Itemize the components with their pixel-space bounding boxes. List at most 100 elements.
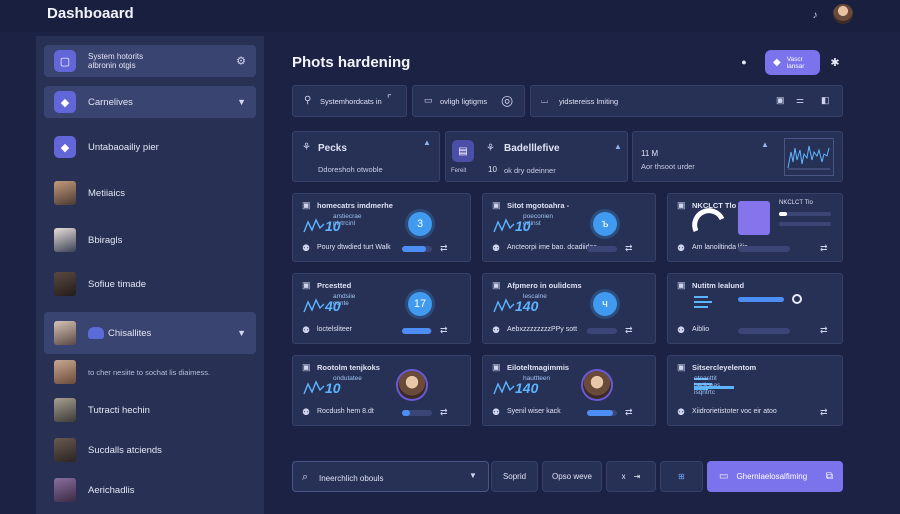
exit-icon: ⇥ [633, 472, 641, 481]
metric-card[interactable]: ▣ Sitot mgotoahra - poeconien ortinst 10 ъ ⚉ A… [482, 193, 656, 262]
sidebar-item-system[interactable]: ▢ System hotorits albronin otgis ⚙ [44, 45, 256, 77]
card-icon: ▣ [302, 280, 311, 290]
metric-card[interactable]: ▣ Rootolm tenjkoks ondutatee 10 ⚉ Rocdush hem… [292, 355, 471, 426]
stat-card-badelllefive[interactable]: ▤ Fereit ⚘ Badelllefive ▲ 10 ok dry odei… [445, 131, 628, 182]
sidebar-item-label: Chisallites [108, 327, 152, 339]
notification-icon[interactable]: ♪ [806, 6, 824, 24]
metric-card[interactable]: ▣ Eiloteltmagimmis hauttteen 140 ⚉ Syenil wis… [482, 355, 656, 426]
stat-card-side-label: Fereit [451, 168, 467, 174]
card-more-icon[interactable]: ⇄ [440, 407, 448, 418]
toolbar-field-3[interactable]: ⌴ yidstereiss lmiting ▣ ⚌ ◧ [530, 85, 843, 117]
wave-icon [493, 298, 515, 313]
sidebar-item-label: Tutracti hechin [88, 404, 150, 416]
card-more-icon[interactable]: ⇄ [440, 325, 448, 336]
top-bar: Dashboaard ♪ [0, 0, 900, 32]
cta-button[interactable]: ▭ Ghernlaelosalfiming ⧉ [707, 461, 843, 492]
sidebar-item-untabaoailiy[interactable]: ◆ Untabaoailiy pier [44, 133, 256, 161]
card-footer-icon: ⚉ [677, 325, 686, 335]
sidebar-item-label: Sucdalls atciends [88, 444, 162, 456]
toolbar-field-2[interactable]: ▭ ovligh ligtigms ◎ [412, 85, 525, 117]
card-title: Sitsercleyelentom [692, 363, 757, 372]
card-more-icon[interactable]: ⇄ [820, 243, 828, 254]
card-footer-icon: ⚉ [302, 325, 311, 335]
bottom-button-2[interactable]: Opso weve [542, 461, 602, 492]
diamond-icon: ◆ [773, 57, 781, 68]
primary-button-label: Vascr lansar [786, 55, 805, 70]
card-more-icon[interactable]: ⇄ [625, 325, 633, 336]
info-icon[interactable]: ● [738, 56, 750, 68]
metric-card[interactable]: ▣ homecatrs imdmerhe arstiecrae plvtrcinl 1… [292, 193, 471, 262]
settings-icon[interactable]: ✱ [829, 56, 841, 69]
settings-icon[interactable]: ⚙ [236, 55, 246, 68]
filter-icon: ⚲ [304, 95, 312, 106]
card-more-icon[interactable]: ⇄ [820, 407, 828, 418]
card-footer-text: Ancteorpi ime bao. dcadiides [507, 244, 597, 251]
card-more-icon[interactable]: ⇄ [440, 243, 448, 254]
sliders-icon[interactable]: ⚌ [796, 95, 804, 106]
user-avatar[interactable] [833, 4, 853, 24]
card-footer-text: Poury dtwdied turt Walk [317, 244, 391, 251]
sidebar-item-sub[interactable]: to cher nesiite to sochat lis diaimess. [44, 358, 256, 386]
stat-card-value[interactable]: 11 M Aor thsoot urder ▲ [632, 131, 843, 182]
card-avatar [583, 371, 611, 399]
sidebar-item-chisallites[interactable]: Chisallites ▼ [44, 312, 256, 354]
avatar [54, 181, 76, 205]
card-progress [738, 246, 790, 252]
bottom-button-3[interactable]: x ⇥ [606, 461, 656, 492]
card-number: 140 [515, 380, 539, 396]
metric-card[interactable]: ▣Sitsercleyelentomotnasttit bedioeas isq… [667, 355, 843, 426]
sidebar-item-tutracti[interactable]: Tutracti hechin [44, 396, 256, 424]
card-number: 10 [325, 380, 341, 396]
sidebar-item-label: System hotorits albronin otgis [88, 52, 144, 70]
grid-view-button[interactable]: ⊞ [660, 461, 703, 492]
metric-card[interactable]: ▣ Afpmero in oulidcms lescalne 140 ч ⚉ Aebxzzz… [482, 273, 656, 344]
sidebar-item-label: to cher nesiite to sochat lis diaimess. [88, 367, 211, 377]
toggle-icon[interactable] [792, 294, 802, 304]
card-footer-icon: ⚉ [677, 243, 686, 253]
sidebar-item-sofiue[interactable]: Sofiue timade [44, 270, 256, 298]
square-icon: ▢ [54, 50, 76, 72]
toolbar-field-3-label: yidstereiss lmiting [559, 97, 619, 106]
primary-action-button[interactable]: ◆ Vascr lansar [765, 50, 820, 75]
card-footer-text: Aiblio [692, 326, 710, 333]
card-more-icon[interactable]: ⇄ [625, 243, 633, 254]
bottom-button-1[interactable]: Soprid [491, 461, 538, 492]
wave-icon [493, 218, 515, 233]
wave-icon [493, 380, 515, 395]
grid-icon: ⊞ [678, 472, 685, 481]
card-number: 140 [515, 298, 539, 314]
sidebar-item-carnelives[interactable]: ◆ Carnelives ▼ [44, 86, 256, 118]
card-badge: 3 [408, 212, 432, 236]
sidebar-item-label: Sofiue timade [88, 278, 147, 290]
stat-card-pecks[interactable]: ⚘ Pecks ▲ Ddoreshoh otwoble [292, 131, 440, 182]
toolbar-field-1[interactable]: ⚲ Systemhordcats in ⌜ [292, 85, 407, 117]
metric-card[interactable]: ▣ Nutitm lealund ⚉ Aiblio ⇄ [667, 273, 843, 344]
bottom-button-3-label: x [621, 472, 626, 481]
card-number: 40 [325, 298, 341, 314]
card-title: Eiloteltmagimmis [507, 363, 570, 372]
card-progress-fill [587, 410, 613, 416]
cta-label: Ghernlaelosalfiming [736, 472, 808, 481]
sidebar-item-aerichadlis[interactable]: Aerichadlis [44, 476, 256, 504]
card-more-icon[interactable]: ⇄ [820, 325, 828, 336]
external-icon: ⧉ [825, 471, 833, 482]
bottom-search-select[interactable]: ⌕ Ineerchlich obouls ▼ [292, 461, 489, 492]
card-more-icon[interactable]: ⇄ [625, 407, 633, 418]
card-progress-fill [402, 410, 410, 416]
sidebar-item-metiiaics[interactable]: Metiiaics [44, 179, 256, 207]
card-title: Prcestted [317, 281, 352, 290]
sidebar-item-bbiragls[interactable]: Bbiragls [44, 226, 256, 254]
metric-card[interactable]: ▣ NKCLCT Tlo NKCLCT Tlo ⚉ Am lanoiltinda lil… [667, 193, 843, 262]
grid-icon[interactable]: ▣ [776, 95, 785, 106]
page-title: Phots hardening [292, 54, 411, 71]
sidebar-item-sucdalls[interactable]: Sucdalls atciends [44, 436, 256, 464]
panel-icon[interactable]: ◧ [821, 95, 830, 106]
metric-card[interactable]: ▣ Prcestted amdsiie conte 40 17 ⚉ loctelslitee… [292, 273, 471, 344]
search-icon: ⌕ [302, 471, 309, 483]
wave-icon [303, 298, 325, 313]
card-footer-icon: ⚉ [302, 243, 311, 253]
card-bar [738, 297, 784, 302]
card-footer-icon: ⚉ [492, 407, 501, 417]
sidebar-item-label: Untabaoailiy pier [88, 141, 159, 153]
window-icon: ▭ [719, 471, 729, 482]
